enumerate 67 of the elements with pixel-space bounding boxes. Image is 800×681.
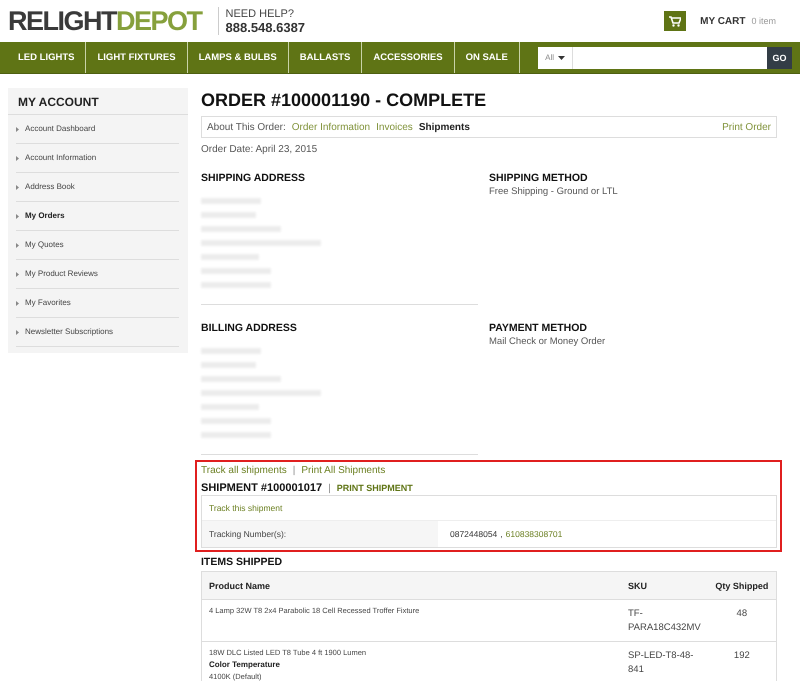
- print-order-link[interactable]: Print Order: [722, 122, 771, 132]
- sku-text: SP-LED-T8-48-841: [628, 650, 694, 675]
- help-label: NEED HELP?: [226, 7, 295, 21]
- separator: ,: [500, 529, 503, 539]
- chevron-icon: [16, 301, 19, 306]
- tracking-label: Tracking Number(s):: [202, 521, 438, 547]
- sidebar-item[interactable]: Address Book: [16, 173, 179, 202]
- sidebar-item[interactable]: My Favorites: [16, 289, 179, 318]
- option-label: Color Temperature: [209, 660, 281, 669]
- chevron-icon: [16, 330, 19, 335]
- sidebar-title: MY ACCOUNT: [8, 88, 188, 115]
- search-field[interactable]: [573, 46, 767, 68]
- order-tab[interactable]: Invoices: [376, 122, 413, 132]
- chevron-icon: [16, 156, 19, 161]
- nav-link[interactable]: LED LIGHTS: [0, 42, 86, 73]
- sidebar-item[interactable]: My Orders: [16, 202, 179, 231]
- payment-method: Mail Check or Money Order: [489, 335, 606, 348]
- caret-icon: [558, 56, 565, 60]
- cart-button[interactable]: [664, 11, 686, 31]
- qty-text: 48: [736, 608, 748, 619]
- tracking-number-link[interactable]: 610838308701: [506, 529, 562, 539]
- section-heading: PAYMENT METHOD: [489, 321, 588, 335]
- section-heading: BILLING ADDRESS: [201, 321, 298, 335]
- chevron-icon: [16, 272, 19, 277]
- shipping-method: Free Shipping - Ground or LTL: [489, 185, 619, 198]
- cart-link[interactable]: MY CART: [700, 16, 746, 26]
- sidebar-item[interactable]: My Product Reviews: [16, 260, 179, 289]
- print-all-link[interactable]: Print All Shipments: [301, 465, 386, 476]
- section-heading: ITEMS SHIPPED: [201, 555, 284, 569]
- track-shipment-link[interactable]: Track this shipment: [202, 503, 282, 513]
- sidebar-item[interactable]: Newsletter Subscriptions: [16, 318, 179, 347]
- nav-link[interactable]: ACCESSORIES: [362, 42, 455, 73]
- qty-text: 192: [734, 650, 750, 661]
- nav-link[interactable]: BALLASTS: [288, 42, 362, 73]
- shipment-title: SHIPMENT #100001017: [201, 482, 322, 494]
- track-all-link[interactable]: Track all shipments: [201, 465, 287, 476]
- sidebar-item[interactable]: Account Dashboard: [16, 115, 179, 144]
- order-date: Order Date: April 23, 2015: [201, 144, 318, 155]
- order-title: ORDER #100001190 - COMPLETE: [201, 89, 488, 111]
- cart-icon: [669, 16, 682, 26]
- column-header: SKU: [621, 572, 708, 600]
- sku-text: TF-PARA18C432MV: [628, 608, 701, 633]
- go-button[interactable]: GO: [767, 46, 792, 68]
- section-heading: SHIPPING ADDRESS: [201, 171, 306, 185]
- cart-count: 0 item: [751, 16, 776, 26]
- chevron-icon: [16, 214, 19, 219]
- logo[interactable]: RELIGHTDEPOT: [8, 8, 202, 34]
- chevron-icon: [16, 185, 19, 190]
- separator: |: [292, 465, 296, 476]
- section-heading: SHIPPING METHOD: [489, 171, 589, 185]
- tracking-number: 0872448054: [450, 529, 498, 539]
- nav-link[interactable]: LAMPS & BULBS: [188, 42, 289, 73]
- chevron-icon: [16, 127, 19, 132]
- category-dropdown[interactable]: All: [538, 46, 573, 68]
- sidebar-item[interactable]: My Quotes: [16, 231, 179, 260]
- order-tab[interactable]: Shipments: [418, 122, 470, 132]
- chevron-icon: [16, 243, 19, 248]
- order-tab[interactable]: Order Information: [292, 122, 370, 132]
- phone-number: 888.548.6387: [226, 21, 306, 35]
- column-header: Product Name: [202, 572, 621, 600]
- column-header: Qty Shipped: [708, 572, 776, 600]
- sidebar-item[interactable]: Account Information: [16, 144, 179, 173]
- nav-link[interactable]: LIGHT FIXTURES: [86, 42, 188, 73]
- print-shipment-link[interactable]: PRINT SHIPMENT: [336, 483, 413, 493]
- nav-link[interactable]: ON SALE: [454, 42, 520, 73]
- separator: |: [328, 482, 331, 494]
- tabs-label: About This Order:: [207, 122, 286, 132]
